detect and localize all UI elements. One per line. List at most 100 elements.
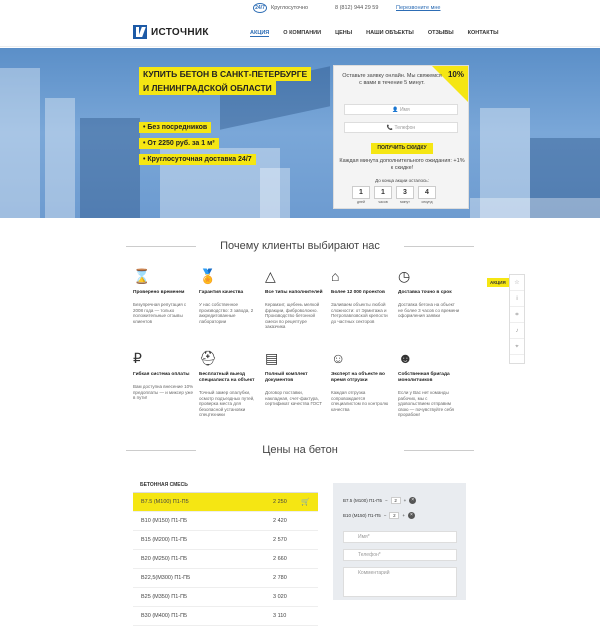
name-input[interactable]: 👤 Имя (344, 104, 458, 115)
feature-item: ⌛ Проверено временем Безупречная репутация… (133, 268, 195, 324)
order-item-name: В7.5 (М100) П1-П5 (343, 498, 382, 503)
order-item: В7.5 (М100) П1-П5 − 2 + × (343, 497, 417, 504)
price-row[interactable]: В22,5(М300) П1-П5 2 780 (133, 569, 318, 588)
feature-item: ₽ Гибкая система оплаты Вам доступна внесе… (133, 350, 195, 401)
price-table-header: БЕТОННАЯ СМЕСЬ (133, 473, 318, 493)
feature-description: Точный замер опалубки, осмотр подъездных… (199, 390, 255, 417)
star-icon[interactable]: ☆ (510, 275, 524, 291)
price-value: 2 420 (273, 518, 287, 524)
info-icon[interactable]: i (510, 291, 524, 307)
logo[interactable]: ИСТОЧНИК (133, 25, 209, 39)
header: ИСТОЧНИК АКЦИЯ О КОМПАНИИ ЦЕНЫ НАШИ ОБЪЕ… (0, 17, 600, 47)
medal-icon: 🏅 (199, 268, 217, 284)
feature-item: ⛑ Бесплатный выезд специалиста на объект Т… (199, 350, 261, 418)
price-grade: В25 (М350) П1-П5 (141, 594, 188, 600)
chart-icon[interactable]: ⌗ (510, 307, 524, 323)
nav-item-contacts[interactable]: КОНТАКТЫ (468, 30, 499, 37)
team-icon: ☻ (398, 350, 413, 366)
countdown-label: До конца акции осталось: (375, 178, 429, 183)
cart-icon[interactable]: 🛒 (301, 498, 310, 506)
discount-badge: 10% (447, 70, 464, 79)
hero-bullet: • От 2250 руб. за 1 м³ (139, 138, 219, 149)
feature-item: △ Все типы наполнителей Керамзит, щебень м… (265, 268, 327, 330)
feature-description: Керамзит, щебень мелкой фракции, фиброво… (265, 302, 320, 329)
price-row[interactable]: В10 (М150) П1-П5 2 420 (133, 512, 318, 531)
feature-title: Все типы наполнителей (265, 290, 323, 295)
nav-item-objects[interactable]: НАШИ ОБЪЕКТЫ (366, 30, 414, 37)
plus-icon[interactable]: + (404, 498, 407, 503)
hours-text: Круглосуточно (271, 5, 309, 11)
price-table: БЕТОННАЯ СМЕСЬ В7.5 (М100) П1-П5 2 250 🛒 В1… (133, 473, 318, 626)
plus-icon[interactable]: + (402, 513, 405, 518)
price-row[interactable]: В25 (М350) П1-П5 3 020 (133, 588, 318, 607)
get-discount-button[interactable]: ПОЛУЧИТЬ СКИДКУ (371, 143, 433, 154)
remove-icon[interactable]: × (408, 512, 416, 519)
hourglass-icon: ⌛ (133, 268, 151, 284)
order-name-input[interactable]: Имя* (343, 531, 457, 543)
why-us-title: Почему клиенты выбирают нас (0, 240, 600, 252)
feature-description: Каждая отгрузка сопровождается специалис… (331, 390, 389, 412)
prices-title: Цены на бетон (0, 444, 600, 456)
bell-icon[interactable]: ♪ (510, 323, 524, 339)
remove-icon[interactable]: × (409, 497, 417, 504)
feature-item: 🏅 Гарантия качества У нас собственное прои… (199, 268, 261, 324)
feature-item: ⌂ Более 12 000 проектов Заливаем объекты л… (331, 268, 393, 324)
nav-item-about[interactable]: О КОМПАНИИ (283, 30, 321, 37)
hero-title-line1: КУПИТЬ БЕТОН В САНКТ-ПЕТЕРБУРГЕ (139, 67, 312, 81)
minus-icon[interactable]: − (384, 513, 387, 518)
countdown-hours: 1 (374, 186, 392, 199)
discount-form: 10% Оставьте заявку онлайн. Мы свяжемся … (333, 65, 469, 209)
feature-description: Вам доступна внесение 10% предоплаты — и… (133, 384, 194, 400)
price-grade: В10 (М150) П1-П5 (141, 518, 188, 524)
phone-number[interactable]: 8 (812) 944 29 59 (335, 5, 378, 11)
price-value: 3 110 (273, 613, 287, 619)
countdown-minutes: 3 (396, 186, 414, 199)
feature-title: Проверено временем (133, 290, 185, 295)
feature-title: Гарантия качества (199, 290, 244, 295)
clock-icon: ◷ (398, 268, 411, 284)
price-row[interactable]: В7.5 (М100) П1-П5 2 250 🛒 (133, 493, 318, 512)
feature-description: Безупречная репутация с 2008 года — толь… (133, 302, 187, 324)
sidebar-akcia-tab[interactable]: АКЦИЯ (487, 278, 509, 287)
order-phone-input[interactable]: Телефон* (343, 549, 457, 561)
quantity-field[interactable]: 2 (389, 512, 400, 519)
feature-description: Доставка бетона на объект не более 3 час… (398, 302, 460, 318)
phone-input[interactable]: 📞 Телефон (344, 122, 458, 133)
helmet-icon: ⛑ (199, 350, 217, 366)
order-item: В10 (М150) П1-П5 − 2 + × (343, 512, 416, 519)
top-bar: 24/7 Круглосуточно 8 (812) 944 29 59 Пер… (0, 0, 600, 16)
order-panel: В7.5 (М100) П1-П5 − 2 + × В10 (М150) П1-… (333, 483, 466, 600)
feature-item: ◷ Доставка точно в срок Доставка бетона на… (398, 268, 460, 319)
warehouse-icon: ⌂ (331, 268, 340, 284)
order-comment-input[interactable]: Комментарий (343, 567, 457, 597)
price-value: 2 250 (273, 499, 287, 505)
feature-title: Эксперт на объекте во время отгрузки (331, 372, 385, 383)
phone-placeholder: Телефон (394, 125, 416, 131)
hero-bullet: • Круглосуточная доставка 24/7 (139, 154, 256, 165)
price-row[interactable]: В20 (М250) П1-П5 2 660 (133, 550, 318, 569)
callback-link[interactable]: Перезвоните мне (396, 5, 440, 11)
minus-icon[interactable]: − (385, 498, 388, 503)
price-value: 2 660 (273, 556, 287, 562)
ruble-icon: ₽ (133, 350, 142, 366)
nav-item-akcia[interactable]: АКЦИЯ (250, 30, 270, 37)
feature-title: Гибкая система оплаты (133, 372, 190, 377)
location-icon[interactable]: ⌖ (510, 339, 524, 355)
countdown-seconds: 4 (418, 186, 436, 199)
feature-description: Заливаем объекты любой сложности: от Эрм… (331, 302, 388, 324)
nav-item-prices[interactable]: ЦЕНЫ (335, 30, 352, 37)
document-icon: ▤ (265, 350, 279, 366)
feature-item: ☻ Собственная бригада монолитчиков Если у … (398, 350, 460, 418)
main-nav: АКЦИЯ О КОМПАНИИ ЦЕНЫ НАШИ ОБЪЕКТЫ ОТЗЫВ… (250, 30, 512, 37)
feature-title: Более 12 000 проектов (331, 290, 385, 295)
price-grade: В7.5 (М100) П1-П5 (141, 499, 189, 505)
round-clock-badge: 24/7 (253, 3, 267, 13)
price-grade: В30 (М400) П1-П5 (141, 613, 188, 619)
feature-title: Собственная бригада монолитчиков (398, 372, 450, 383)
quantity-field[interactable]: 2 (390, 497, 401, 504)
feature-description: Договор поставки, накладная, счет-фактур… (265, 390, 322, 406)
price-row[interactable]: В30 (М400) П1-П5 3 110 (133, 607, 318, 626)
nav-item-reviews[interactable]: ОТЗЫВЫ (428, 30, 454, 37)
price-row[interactable]: В15 (М200) П1-П5 2 570 (133, 531, 318, 550)
shapes-icon: △ (265, 268, 276, 284)
